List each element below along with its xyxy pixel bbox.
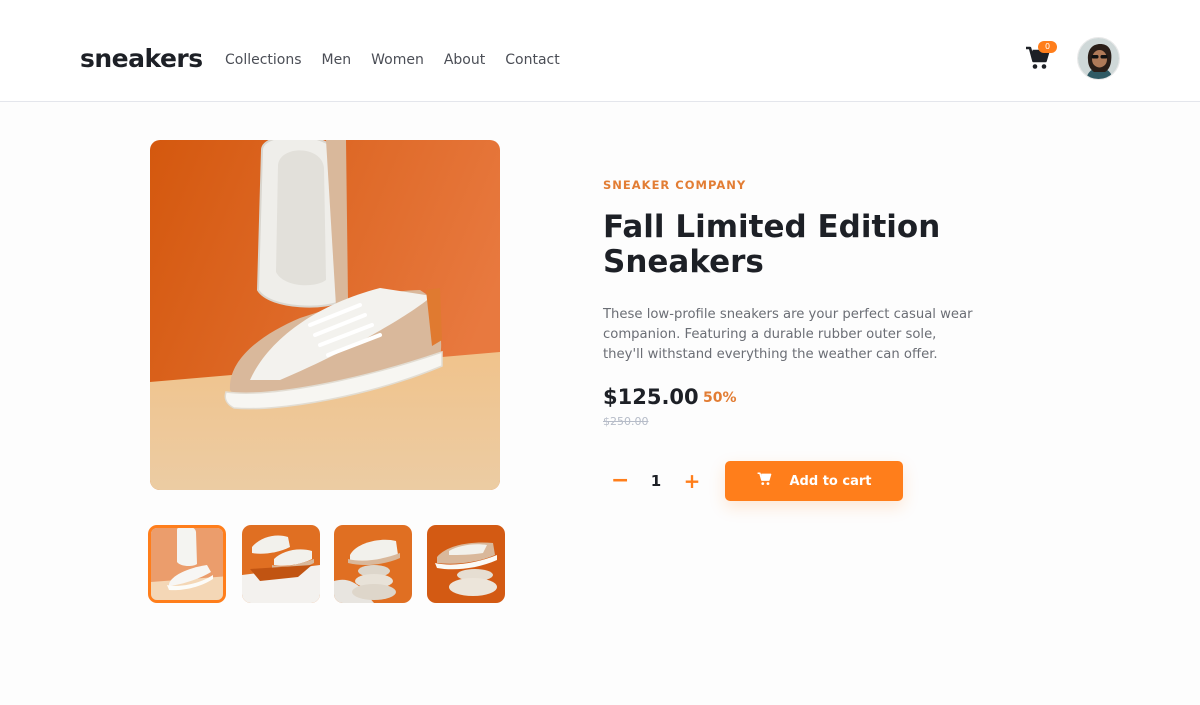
thumbnail-2[interactable] [242, 525, 320, 603]
nav-link-about[interactable]: About [444, 50, 485, 70]
product-main-image[interactable] [150, 140, 500, 490]
thumbnail-4[interactable] [427, 525, 505, 603]
product-description: These low-profile sneakers are your perf… [603, 307, 973, 362]
nav-link-contact[interactable]: Contact [505, 50, 559, 70]
nav-link-men[interactable]: Men [322, 50, 352, 70]
add-to-cart-button[interactable]: Add to cart [725, 461, 903, 501]
quantity-value: 1 [650, 472, 662, 490]
nav-link-collections[interactable]: Collections [225, 50, 302, 70]
thumbnail-1[interactable] [148, 525, 226, 603]
quantity-increase-button[interactable]: + [683, 470, 701, 492]
product-title: Fall Limited Edition Sneakers [603, 210, 963, 280]
nav-link-women[interactable]: Women [371, 50, 424, 70]
original-price: $250.00 [603, 415, 649, 428]
product-price: $125.00 [603, 385, 699, 409]
product-title-line-2: Sneakers [603, 244, 764, 280]
main-nav: Collections Men Women About Contact [225, 50, 560, 70]
product-title-line-1: Fall Limited Edition [603, 209, 941, 245]
cart-icon [757, 472, 772, 490]
cart-count-badge: 0 [1038, 41, 1057, 53]
site-header: sneakers Collections Men Women About Con… [0, 0, 1200, 102]
user-avatar[interactable] [1077, 37, 1120, 80]
add-to-cart-label: Add to cart [789, 473, 872, 489]
quantity-decrease-button[interactable]: − [611, 470, 629, 492]
thumbnail-3[interactable] [334, 525, 412, 603]
site-logo[interactable]: sneakers [80, 42, 203, 76]
discount-badge: 50% [703, 390, 737, 406]
product-company: SNEAKER COMPANY [603, 178, 747, 192]
